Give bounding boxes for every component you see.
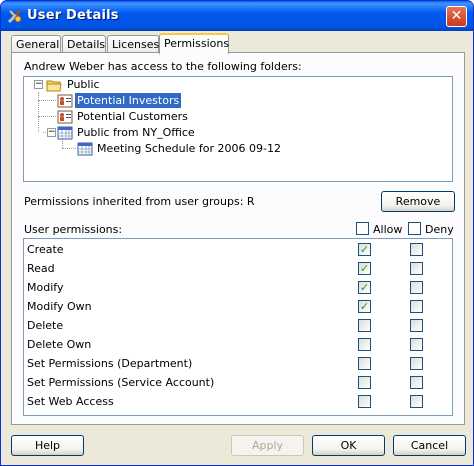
allow-checkbox[interactable]: ✓	[358, 300, 371, 313]
deny-checkbox[interactable]	[410, 281, 423, 294]
permission-row-set-permissions-service-account: Set Permissions (Service Account)	[24, 373, 452, 392]
permission-name: Read	[27, 262, 55, 275]
user-permissions-label: User permissions:	[24, 223, 123, 236]
permissions-list: Create ✓ Read ✓ Modify ✓ Modify Own ✓ De…	[23, 238, 453, 416]
close-button[interactable]: ✕	[446, 6, 467, 27]
check-icon: ✓	[359, 243, 370, 256]
permission-name: Set Permissions (Service Account)	[27, 376, 215, 389]
window-title: User Details	[27, 8, 119, 23]
permission-name: Create	[27, 243, 64, 256]
permission-name: Delete	[27, 319, 64, 332]
inherited-permissions-label: Permissions inherited from user groups: …	[24, 195, 255, 208]
permission-name: Delete Own	[27, 338, 92, 351]
allow-checkbox[interactable]	[358, 319, 371, 332]
permission-row-modify-own: Modify Own ✓	[24, 297, 452, 316]
check-icon: ✓	[359, 300, 370, 313]
deny-all-checkbox[interactable]	[408, 222, 421, 235]
allow-checkbox[interactable]: ✓	[358, 281, 371, 294]
user-tool-icon	[7, 9, 22, 24]
deny-checkbox[interactable]	[410, 395, 423, 408]
tree-item-label: Public from NY_Office	[77, 126, 195, 139]
folders-label: Andrew Weber has access to the following…	[24, 60, 302, 73]
ok-button[interactable]: OK	[312, 435, 385, 456]
remove-button[interactable]: Remove	[381, 191, 455, 212]
tree-item-potential-customers[interactable]: Potential Customers	[24, 109, 452, 125]
allow-all-checkbox[interactable]	[356, 222, 369, 235]
permission-row-set-permissions-department: Set Permissions (Department)	[24, 354, 452, 373]
allow-checkbox[interactable]	[358, 395, 371, 408]
deny-checkbox[interactable]	[410, 243, 423, 256]
deny-checkbox[interactable]	[410, 338, 423, 351]
help-button[interactable]: Help	[11, 435, 84, 456]
permission-row-delete-own: Delete Own	[24, 335, 452, 354]
allow-checkbox[interactable]: ✓	[358, 243, 371, 256]
close-icon: ✕	[450, 8, 463, 24]
permission-row-read: Read ✓	[24, 259, 452, 278]
contacts-icon	[57, 94, 73, 108]
allow-checkbox[interactable]	[358, 357, 371, 370]
allow-checkbox[interactable]: ✓	[358, 262, 371, 275]
deny-checkbox[interactable]	[410, 319, 423, 332]
calendar-icon	[77, 142, 93, 156]
dialog-button-bar: Help Apply OK Cancel	[1, 435, 473, 456]
calendar-icon	[57, 126, 73, 140]
folder-tree[interactable]: − Public Potential Investors Potential C…	[23, 76, 453, 182]
folder-icon	[46, 80, 62, 92]
contacts-icon	[57, 110, 73, 124]
permission-name: Modify	[27, 281, 64, 294]
tree-item-label: Public	[67, 78, 100, 91]
allow-checkbox[interactable]	[358, 338, 371, 351]
tree-item-public[interactable]: − Public	[24, 77, 452, 93]
deny-checkbox[interactable]	[410, 300, 423, 313]
permission-name: Set Web Access	[27, 395, 114, 408]
apply-button[interactable]: Apply	[231, 435, 304, 456]
tab-details[interactable]: Details	[62, 35, 106, 53]
tree-item-meeting-schedule[interactable]: Meeting Schedule for 2006 09-12	[24, 141, 452, 157]
collapse-icon[interactable]: −	[34, 80, 43, 89]
tree-item-public-from-ny-office[interactable]: − Public from NY_Office	[24, 125, 452, 141]
permissions-panel: Andrew Weber has access to the following…	[11, 52, 465, 425]
deny-header: Deny	[425, 223, 454, 236]
check-icon: ✓	[359, 281, 370, 294]
deny-checkbox[interactable]	[410, 357, 423, 370]
tree-item-label: Potential Investors	[75, 93, 182, 108]
permission-name: Set Permissions (Department)	[27, 357, 193, 370]
check-icon: ✓	[359, 262, 370, 275]
deny-checkbox[interactable]	[410, 262, 423, 275]
allow-checkbox[interactable]	[358, 376, 371, 389]
permission-row-create: Create ✓	[24, 240, 452, 259]
deny-checkbox[interactable]	[410, 376, 423, 389]
permission-row-modify: Modify ✓	[24, 278, 452, 297]
tab-general[interactable]: General	[11, 35, 61, 53]
tree-item-label: Meeting Schedule for 2006 09-12	[97, 142, 281, 155]
permission-row-delete: Delete	[24, 316, 452, 335]
permission-name: Modify Own	[27, 300, 92, 313]
tab-licenses[interactable]: Licenses	[107, 35, 159, 53]
tree-item-potential-investors[interactable]: Potential Investors	[24, 93, 452, 109]
collapse-icon[interactable]: −	[47, 128, 56, 137]
user-details-dialog: User Details ✕ General Details Licenses …	[0, 0, 474, 466]
allow-header: Allow	[373, 223, 403, 236]
title-bar[interactable]: User Details ✕	[1, 1, 473, 31]
cancel-button[interactable]: Cancel	[393, 435, 466, 456]
tree-item-label: Potential Customers	[77, 110, 188, 123]
tab-permissions[interactable]: Permissions	[159, 33, 229, 54]
permission-row-set-web-access: Set Web Access	[24, 392, 452, 411]
